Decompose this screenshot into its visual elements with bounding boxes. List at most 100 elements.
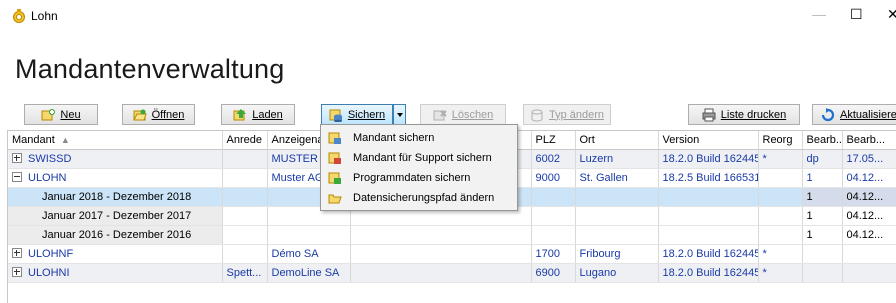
ort-cell: St. Gallen [575,168,659,188]
anzeigename-cell: Démo SA [267,244,351,264]
bearb-date-cell: 04.12... [842,168,896,188]
period-cell: Januar 2016 - Dezember 2016 [8,225,223,245]
page-title: Mandantenverwaltung [15,54,285,84]
plz-cell: 9000 [531,168,576,188]
menu-item-save-support[interactable]: Mandant für Support sichern [321,148,517,168]
anrede-cell [222,149,268,169]
version-cell: 18.2.5 Build 166531 [658,168,759,188]
print-list-button[interactable]: Liste drucken [688,104,800,125]
table-row[interactable]: ULOHNI Spett... DemoLine SA 6900 Lugano … [8,263,896,283]
bearb-user-cell: 1 [802,168,843,188]
plz-cell: 6002 [531,149,576,169]
add-mandant-icon [41,108,56,122]
save-support-icon [328,151,342,165]
minimize-button[interactable]: — [812,6,826,22]
blank-cell [267,225,351,245]
column-header-mandant[interactable]: Mandant ▲ [8,131,223,150]
menu-item-save-mandant[interactable]: Mandant sichern [321,128,517,148]
expand-icon[interactable] [12,267,22,277]
blank-cell [222,206,268,226]
window-title-bar: Lohn — ☐ ✕ [0,0,896,30]
ort-cell: Fribourg [575,244,659,264]
mandant-name: ULOHNI [28,267,70,279]
mandant-name: ULOHN [28,172,67,184]
bearb-user-cell [802,244,843,264]
bearb-date-cell [842,244,896,264]
save-button-label: Sichern [347,108,386,121]
blank-cell [575,206,659,226]
refresh-button[interactable]: Aktualisieren [812,104,896,125]
bearb-user-cell: 1 [802,187,843,207]
bearb-user-cell: 1 [802,225,843,245]
blank-cell [222,225,268,245]
maximize-button[interactable]: ☐ [850,6,863,23]
column-header-bearb-user[interactable]: Bearb... [802,131,843,150]
menu-item-label: Datensicherungspfad ändern [353,192,495,204]
blank-cell [758,187,803,207]
blank-cell [758,225,803,245]
menu-item-save-program-data[interactable]: Programmdaten sichern [321,168,517,188]
blank-cell [575,187,659,207]
menu-item-label: Programmdaten sichern [353,172,471,184]
version-cell: 18.2.0 Build 162445 [658,149,759,169]
column-header-plz[interactable]: PLZ [531,131,576,150]
bearb-user-cell: 1 [802,206,843,226]
column-header-version[interactable]: Version [658,131,759,150]
save-dropdown-menu: Mandant sichern Mandant für Support sich… [320,124,518,211]
ort-cell: Luzern [575,149,659,169]
blank-cell [531,187,576,207]
reorg-cell: * [758,244,803,264]
bearb-user-cell: dp [802,149,843,169]
blank-cell [658,187,759,207]
save-program-data-icon [328,171,342,185]
blank-cell [531,225,576,245]
close-button[interactable]: ✕ [887,6,896,23]
open-button-label: Öffnen [151,108,185,121]
column-header-anrede[interactable]: Anrede [222,131,268,150]
delete-button[interactable]: Löschen [420,104,506,125]
menu-item-change-backup-path[interactable]: Datensicherungspfad ändern [321,188,517,208]
mandant-name: ULOHNF [28,248,74,260]
change-type-button-label: Typ ändern [548,108,605,121]
table-row-period[interactable]: Januar 2016 - Dezember 2016 1 04.12... [8,225,896,245]
load-button[interactable]: Laden [221,104,295,125]
bearb-date-cell [842,263,896,283]
expand-icon[interactable] [12,248,22,258]
save-mandant-icon [328,131,342,145]
bearb-date-cell: 04.12... [842,187,896,207]
save-dropdown-arrow[interactable] [393,104,406,125]
ort-cell: Lugano [575,263,659,283]
reorg-cell: * [758,149,803,169]
window-title: Lohn [31,9,58,23]
plz-cell: 1700 [531,244,576,264]
blank-cell [658,206,759,226]
anrede-cell: Spett... [222,263,268,283]
bearb-date-cell: 04.12... [842,225,896,245]
mandant-name: SWISSD [28,153,72,165]
anzeigename-cell: DemoLine SA [267,263,351,283]
save-button[interactable]: Sichern [321,104,393,125]
blank-cell [222,187,268,207]
bearb-user-cell [802,263,843,283]
menu-item-label: Mandant sichern [353,132,435,144]
new-button[interactable]: Neu [24,104,98,125]
column-header-bearb-date[interactable]: Bearb... [842,131,896,150]
blank-cell [350,244,532,264]
refresh-icon [821,107,835,122]
change-type-button[interactable]: Typ ändern [523,104,611,125]
anrede-cell [222,244,268,264]
sort-ascending-icon: ▲ [60,135,70,145]
load-icon [233,108,247,122]
bearb-date-cell: 04.12... [842,206,896,226]
reorg-cell [758,168,803,188]
column-header-reorg[interactable]: Reorg [758,131,803,150]
app-logo-icon [12,9,26,23]
table-row[interactable]: ULOHNF Démo SA 1700 Fribourg 18.2.0 Buil… [8,244,896,264]
collapse-icon[interactable] [12,172,22,182]
delete-icon [433,108,447,122]
delete-button-label: Löschen [451,108,494,121]
blank-cell [350,225,532,245]
column-header-ort[interactable]: Ort [575,131,659,150]
expand-icon[interactable] [12,153,22,163]
open-button[interactable]: Öffnen [122,104,195,125]
